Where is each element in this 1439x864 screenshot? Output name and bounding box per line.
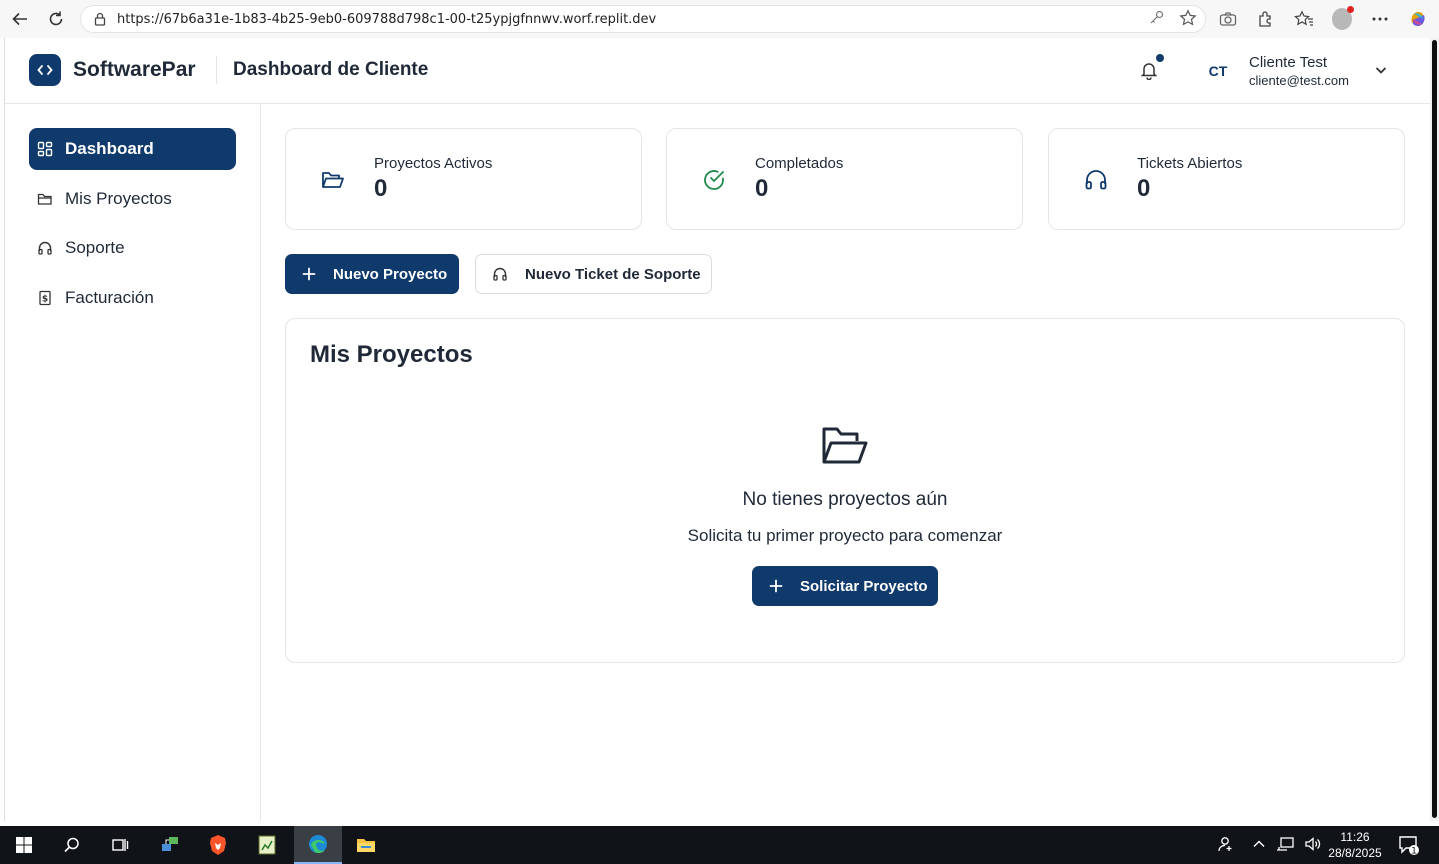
sidebar-item-dashboard[interactable]: Dashboard <box>29 128 236 170</box>
plus-icon <box>768 578 784 594</box>
brave-browser-icon[interactable] <box>194 826 242 864</box>
profile-avatar[interactable] <box>1332 6 1354 30</box>
extensions-icon[interactable] <box>1256 9 1276 29</box>
sidebar-item-mis-proyectos[interactable]: Mis Proyectos <box>29 178 236 220</box>
user-name[interactable]: Cliente Test <box>1249 54 1327 71</box>
camera-icon[interactable] <box>1218 9 1238 29</box>
headphones-icon <box>492 266 508 282</box>
button-label: Nuevo Proyecto <box>333 265 448 283</box>
people-icon[interactable] <box>1216 835 1234 856</box>
app-header: SoftwarePar Dashboard de Cliente CT Clie… <box>5 38 1431 104</box>
stat-card-proyectos-activos: Proyectos Activos 0 <box>285 128 642 230</box>
page-title: Dashboard de Cliente <box>233 59 429 80</box>
browser-toolbar: https://67b6a31e-1b83-4b25-9eb0-609788d7… <box>0 0 1439 38</box>
url-text: https://67b6a31e-1b83-4b25-9eb0-609788d7… <box>117 11 657 27</box>
button-label: Solicitar Proyecto <box>800 577 928 595</box>
sidebar-item-label: Facturación <box>65 288 154 307</box>
back-icon[interactable] <box>2 0 38 38</box>
windows-taskbar: 11:26 28/8/2025 1 <box>0 826 1439 864</box>
receipt-icon: $ <box>37 290 53 306</box>
notification-count: 1 <box>1411 847 1417 857</box>
sidebar-item-label: Dashboard <box>65 139 154 158</box>
clock-time: 11:26 <box>1340 830 1370 844</box>
star-icon[interactable] <box>1179 9 1197 31</box>
lock-icon <box>93 12 107 26</box>
sidebar: Dashboard Mis Proyectos Soporte $ Factur… <box>5 104 261 821</box>
sidebar-item-facturacion[interactable]: $ Facturación <box>29 277 236 319</box>
search-icon[interactable] <box>48 826 96 864</box>
key-icon[interactable] <box>1149 9 1165 31</box>
taskbar-clock[interactable]: 11:26 28/8/2025 <box>1322 829 1388 861</box>
brand-name[interactable]: SoftwarePar <box>73 58 196 82</box>
svg-text:$: $ <box>42 295 48 305</box>
projects-panel: Mis Proyectos No tienes proyectos aún So… <box>285 318 1405 663</box>
folder-icon <box>37 191 53 207</box>
notepad-chart-icon[interactable] <box>243 826 291 864</box>
edge-browser-icon[interactable] <box>294 826 342 864</box>
notification-dot <box>1156 54 1164 62</box>
logo-code-icon[interactable] <box>29 54 61 86</box>
section-title: Mis Proyectos <box>310 341 473 368</box>
headphones-icon <box>37 240 53 256</box>
stat-value: 0 <box>755 175 769 202</box>
headphones-icon <box>1083 167 1109 193</box>
stat-card-completados: Completados 0 <box>666 128 1023 230</box>
new-support-ticket-button[interactable]: Nuevo Ticket de Soporte <box>475 254 712 294</box>
stat-value: 0 <box>1137 175 1151 202</box>
volume-icon[interactable] <box>1304 836 1322 855</box>
network-icon[interactable] <box>1276 836 1294 855</box>
chevron-down-icon[interactable] <box>1373 62 1389 78</box>
windows-start-icon[interactable] <box>0 826 48 864</box>
task-view-icon[interactable] <box>96 826 144 864</box>
new-project-button[interactable]: Nuevo Proyecto <box>285 254 459 294</box>
button-label: Nuevo Ticket de Soporte <box>525 265 701 283</box>
scrollbar-thumb[interactable] <box>1432 40 1437 818</box>
plus-icon <box>301 266 317 282</box>
check-circle-icon <box>701 167 727 193</box>
page-scrollbar[interactable] <box>1430 38 1439 821</box>
empty-state-subtitle: Solicita tu primer proyecto para comenza… <box>687 526 1003 545</box>
stat-label: Proyectos Activos <box>374 155 493 172</box>
sidebar-item-soporte[interactable]: Soporte <box>29 227 236 269</box>
avatar[interactable]: CT <box>1201 57 1235 85</box>
folder-open-icon <box>320 167 346 193</box>
address-bar[interactable]: https://67b6a31e-1b83-4b25-9eb0-609788d7… <box>80 5 1206 33</box>
sidebar-item-label: Soporte <box>65 238 125 257</box>
stat-label: Tickets Abiertos <box>1137 155 1243 172</box>
system-tray <box>1216 826 1322 864</box>
refresh-icon[interactable] <box>38 0 74 38</box>
more-options-icon[interactable] <box>1370 9 1390 29</box>
app-window: SoftwarePar Dashboard de Cliente CT Clie… <box>4 38 1431 821</box>
stat-card-tickets-abiertos: Tickets Abiertos 0 <box>1048 128 1405 230</box>
user-email: cliente@test.com <box>1249 73 1349 88</box>
favorites-icon[interactable] <box>1294 9 1314 29</box>
folder-open-icon <box>821 425 869 467</box>
header-divider <box>216 56 217 84</box>
copilot-icon[interactable] <box>1408 9 1428 29</box>
bell-icon[interactable] <box>1139 60 1159 81</box>
stat-value: 0 <box>374 175 388 202</box>
chevron-up-icon[interactable] <box>1252 837 1266 854</box>
file-explorer-icon[interactable] <box>342 826 390 864</box>
empty-state-title: No tienes proyectos aún <box>742 489 948 510</box>
action-center-icon[interactable]: 1 <box>1398 834 1420 857</box>
stat-label: Completados <box>755 155 844 172</box>
request-project-button[interactable]: Solicitar Proyecto <box>752 566 938 606</box>
grid-icon <box>37 141 53 157</box>
network-app-icon[interactable] <box>146 826 194 864</box>
clock-date: 28/8/2025 <box>1328 846 1382 860</box>
sidebar-item-label: Mis Proyectos <box>65 189 172 208</box>
